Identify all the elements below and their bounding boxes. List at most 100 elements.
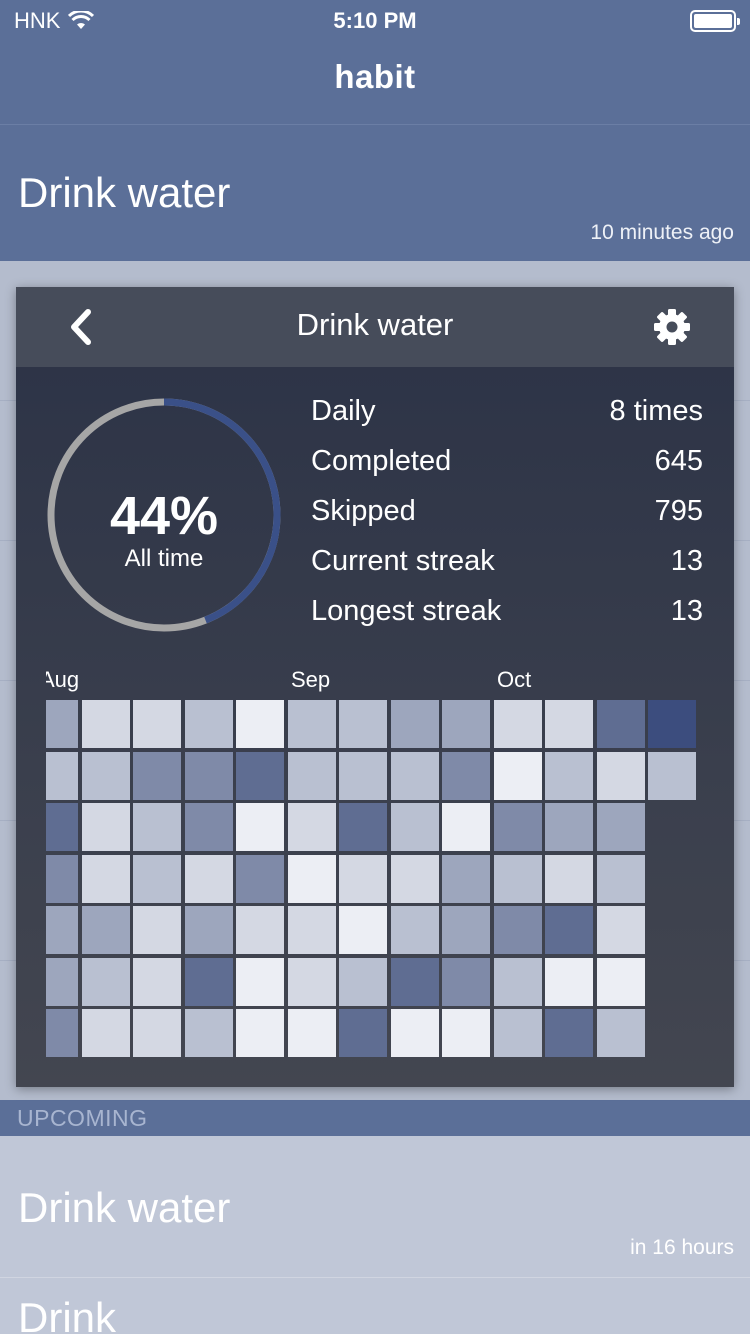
heatmap-cell (46, 957, 78, 1006)
heatmap-cell (545, 700, 593, 748)
heatmap-cell (133, 1009, 181, 1057)
heatmap-cell (339, 700, 387, 748)
habit-row-next[interactable]: Drink (0, 1278, 750, 1334)
heatmap-cell (184, 803, 233, 851)
heatmap-cell (596, 751, 645, 800)
heatmap-cell (339, 751, 387, 800)
heatmap-cell (46, 751, 78, 800)
heatmap-cell (287, 957, 336, 1006)
stat-label: Daily (311, 395, 376, 427)
month-label: Sep (291, 667, 331, 692)
heatmap-cell (493, 751, 542, 800)
month-label: Aug (46, 667, 80, 692)
heatmap-cell (442, 700, 490, 748)
heatmap-cell (46, 700, 78, 748)
heatmap-cell (545, 803, 593, 851)
status-time: 5:10 PM (333, 8, 417, 33)
stat-label: Completed (311, 445, 452, 477)
heatmap-cell (287, 700, 336, 748)
heatmap-cell (81, 854, 130, 903)
heatmap-cell (596, 1009, 645, 1057)
heatmap-cell (81, 957, 130, 1006)
navigation-bar: HNK 5:10 PM habit (0, 0, 750, 124)
heatmap-cell (390, 854, 439, 903)
stat-row: Completed 645 (311, 445, 703, 495)
heatmap-month-labels: Aug Sep Oct (46, 667, 706, 697)
heatmap-cell (81, 1009, 130, 1057)
heatmap-cell (493, 957, 542, 1006)
heatmap-cell (46, 803, 78, 851)
section-header-upcoming: UPCOMING (0, 1100, 750, 1136)
heatmap-cell (442, 751, 490, 800)
heatmap-cell (133, 957, 181, 1006)
stat-value: 8 times (609, 395, 703, 427)
habit-detail-card: Drink water 44% All time Daily 8 times C… (16, 287, 734, 1087)
habit-row-current[interactable]: Drink water 10 minutes ago (0, 124, 750, 261)
heatmap-cell (236, 700, 284, 748)
heatmap-cell (46, 854, 78, 903)
stat-label: Skipped (311, 495, 416, 527)
heatmap-cell (545, 751, 593, 800)
heatmap-cell (133, 854, 181, 903)
stat-row: Longest streak 13 (311, 595, 703, 645)
heatmap-cell (184, 1009, 233, 1057)
settings-button[interactable] (652, 307, 692, 347)
heatmap-cell (236, 1009, 284, 1057)
heatmap-cell (493, 854, 542, 903)
heatmap-cell (81, 700, 130, 748)
habit-due-time: in 16 hours (630, 1236, 734, 1259)
heatmap-cell (545, 854, 593, 903)
completion-percent: 44% (109, 486, 219, 546)
habit-last-done: 10 minutes ago (590, 221, 734, 244)
habit-title: Drink (18, 1294, 117, 1334)
heatmap-cell (287, 906, 336, 954)
heatmap-cell (184, 906, 233, 954)
heatmap-cell (81, 803, 130, 851)
app-title: habit (334, 58, 416, 95)
heatmap-cell (339, 906, 387, 954)
heatmap-cell (442, 803, 490, 851)
stat-row: Daily 8 times (311, 395, 703, 445)
stats-list: Daily 8 times Completed 645 Skipped 795 … (311, 395, 703, 645)
month-label: Oct (497, 667, 532, 692)
heatmap-cell (545, 957, 593, 1006)
heatmap-cell (81, 751, 130, 800)
card-title: Drink water (296, 307, 454, 342)
heatmap-cell (339, 1009, 387, 1057)
gear-icon (654, 309, 690, 345)
heatmap-cell (545, 1009, 593, 1057)
heatmap-cell (184, 854, 233, 903)
heatmap-cell (236, 751, 284, 800)
heatmap-cell (442, 957, 490, 1006)
heatmap-cell (339, 803, 387, 851)
heatmap-cell (596, 957, 645, 1006)
heatmap-cell (287, 1009, 336, 1057)
heatmap-cell (133, 906, 181, 954)
stat-value: 645 (654, 445, 703, 477)
heatmap-cell (596, 906, 645, 954)
stat-value: 13 (670, 545, 703, 577)
stat-row: Skipped 795 (311, 495, 703, 545)
heatmap-cell (287, 803, 336, 851)
heatmap-cell (648, 751, 696, 800)
heatmap-cell (596, 803, 645, 851)
heatmap-cell (596, 700, 645, 748)
battery-icon (690, 10, 740, 32)
heatmap-cell (390, 906, 439, 954)
heatmap-cell (133, 751, 181, 800)
habit-title: Drink water (18, 1184, 231, 1231)
stat-label: Longest streak (311, 595, 502, 627)
stat-row: Current streak 13 (311, 545, 703, 595)
heatmap-cell (339, 957, 387, 1006)
habit-row-upcoming[interactable]: Drink water in 16 hours (0, 1136, 750, 1278)
heatmap-cell (339, 854, 387, 903)
heatmap-cell (390, 751, 439, 800)
heatmap-cell (442, 906, 490, 954)
card-header: Drink water (16, 287, 734, 367)
heatmap-cell (236, 906, 284, 954)
heatmap-cell (648, 700, 696, 748)
heatmap-cell (133, 803, 181, 851)
heatmap-cell (184, 957, 233, 1006)
status-bar: HNK 5:10 PM (0, 0, 750, 40)
heatmap-cell (184, 700, 233, 748)
